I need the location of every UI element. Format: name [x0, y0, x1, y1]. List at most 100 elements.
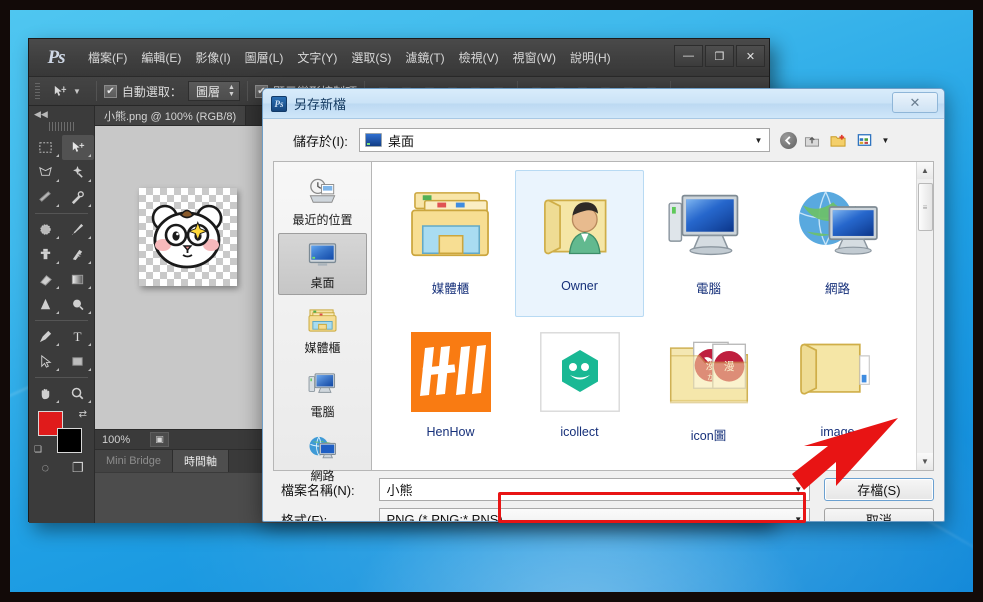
- back-icon[interactable]: [780, 131, 797, 149]
- file-item-libraries[interactable]: 媒體櫃: [386, 170, 515, 317]
- file-label: image: [820, 425, 855, 439]
- tool-magic-wand[interactable]: [62, 160, 95, 185]
- new-folder-icon[interactable]: [827, 129, 849, 151]
- menu-item-help[interactable]: 說明(H): [563, 39, 618, 77]
- file-label: 媒體櫃: [431, 282, 470, 296]
- tool-gradient[interactable]: [62, 267, 95, 292]
- tool-marquee[interactable]: [29, 135, 62, 160]
- document-info-icon[interactable]: ▣: [150, 432, 169, 447]
- tool-path-selection[interactable]: [29, 349, 62, 374]
- menu-item-select[interactable]: 選取(S): [344, 39, 398, 77]
- tool-clone-stamp[interactable]: [29, 242, 62, 267]
- menu-item-edit[interactable]: 編輯(E): [134, 39, 188, 77]
- tool-type[interactable]: T: [62, 324, 95, 349]
- menu-item-image[interactable]: 影像(I): [188, 39, 237, 77]
- file-list-scrollbar[interactable]: ▲ ≡ ▼: [916, 162, 933, 470]
- tool-pen[interactable]: [29, 324, 62, 349]
- tool-brush[interactable]: [62, 217, 95, 242]
- save-dialog-title: 另存新檔: [294, 97, 347, 112]
- auto-select-scope-dropdown[interactable]: 圖層 ▲ ▼: [187, 81, 240, 101]
- file-item-image[interactable]: image: [773, 317, 902, 464]
- dialog-close-button[interactable]: ✕: [892, 92, 938, 113]
- tool-lasso[interactable]: [29, 160, 62, 185]
- menu-item-window[interactable]: 視窗(W): [506, 39, 563, 77]
- move-tool-icon[interactable]: [47, 81, 71, 102]
- swap-colors-icon[interactable]: ⇄: [79, 409, 87, 420]
- menu-item-type[interactable]: 文字(Y): [290, 39, 344, 77]
- tool-rectangle-shape[interactable]: [62, 349, 95, 374]
- tool-eyedropper[interactable]: [62, 185, 95, 210]
- menu-item-view[interactable]: 檢視(V): [452, 39, 506, 77]
- file-item-owner[interactable]: Owner: [515, 170, 644, 317]
- quick-mask-icon[interactable]: ◌: [29, 455, 62, 480]
- file-item-network[interactable]: 網路: [773, 170, 902, 317]
- zoom-level-value[interactable]: 100%: [102, 434, 144, 446]
- document-tab[interactable]: 小熊.png @ 100% (RGB/8): [95, 106, 247, 125]
- place-label: 桌面: [310, 276, 335, 290]
- background-color-swatch[interactable]: [57, 428, 82, 453]
- panel-tab-timeline[interactable]: 時間軸: [173, 450, 230, 472]
- filename-input[interactable]: 小熊 ▼: [379, 478, 810, 501]
- tool-dodge[interactable]: [62, 292, 95, 317]
- scrollbar-thumb[interactable]: ≡: [917, 183, 933, 231]
- maximize-button[interactable]: ❐: [705, 45, 734, 67]
- auto-select-checkbox[interactable]: ✔: [103, 84, 117, 98]
- tool-eraser[interactable]: [29, 267, 62, 292]
- toolbar-collapse-icon[interactable]: ◀◀: [29, 108, 94, 121]
- tool-crop[interactable]: [29, 185, 62, 210]
- tool-zoom[interactable]: [62, 381, 95, 406]
- chevron-down-icon[interactable]: ▼: [790, 479, 807, 500]
- tool-preset-caret-icon[interactable]: ▼: [73, 87, 81, 96]
- place-network[interactable]: 網路: [278, 425, 367, 487]
- chevron-down-icon[interactable]: ▼: [790, 509, 807, 521]
- tool-blur[interactable]: [29, 292, 62, 317]
- menu-item-filter[interactable]: 濾鏡(T): [398, 39, 451, 77]
- options-separator: [95, 81, 97, 101]
- options-bar-grip[interactable]: [35, 82, 40, 100]
- network-icon: [307, 432, 338, 464]
- dialog-content: 最近的位置 桌面 媒體櫃 電腦 網路 媒體櫃 Owner 電腦 網路 HenHo…: [263, 161, 944, 483]
- menu-item-file[interactable]: 檔案(F): [81, 39, 134, 77]
- save-button[interactable]: 存檔(S): [823, 478, 934, 501]
- file-item-henhow[interactable]: HenHow: [386, 317, 515, 464]
- menu-item-layer[interactable]: 圖層(L): [238, 39, 291, 77]
- look-in-dropdown[interactable]: 桌面 ▼: [359, 128, 770, 152]
- toolbar-tool-grid: T: [29, 135, 94, 406]
- minimize-button[interactable]: —: [674, 45, 703, 67]
- tool-history-brush[interactable]: [62, 242, 95, 267]
- place-desktop[interactable]: 桌面: [278, 233, 367, 295]
- file-item-computer[interactable]: 電腦: [644, 170, 773, 317]
- format-dropdown[interactable]: PNG (*.PNG;*.PNS) ▼: [379, 508, 810, 521]
- views-dropdown-icon[interactable]: ▼: [879, 129, 892, 151]
- file-item-icollect[interactable]: icollect: [515, 317, 644, 464]
- tool-hand[interactable]: [29, 381, 62, 406]
- file-item-icon-images[interactable]: 漫 か 漫 icon圖: [644, 317, 773, 464]
- tool-spot-healing[interactable]: [29, 217, 62, 242]
- chevron-down-icon[interactable]: ▼: [750, 129, 767, 151]
- scroll-up-arrow-icon[interactable]: ▲: [916, 162, 933, 179]
- close-button[interactable]: ✕: [736, 45, 765, 67]
- artboard-transparent-canvas[interactable]: [139, 188, 237, 286]
- file-label: 網路: [824, 282, 850, 296]
- screen-mode-icon[interactable]: ❐: [62, 455, 95, 480]
- photoshop-window-controls: — ❐ ✕: [674, 45, 765, 67]
- computer-icon: [665, 176, 753, 274]
- views-icon[interactable]: [853, 129, 875, 151]
- panel-tab-mini-bridge[interactable]: Mini Bridge: [95, 450, 174, 472]
- scroll-down-arrow-icon[interactable]: ▼: [916, 453, 933, 470]
- save-dialog-titlebar: Ps 另存新檔 ✕: [263, 89, 944, 119]
- filename-label: 檔案名稱(N):: [281, 483, 355, 498]
- place-libraries[interactable]: 媒體櫃: [278, 297, 367, 359]
- up-folder-icon[interactable]: [801, 129, 823, 151]
- cancel-button[interactable]: 取消: [823, 508, 934, 521]
- place-recent-places[interactable]: 最近的位置: [278, 169, 367, 231]
- recent-places-icon: [307, 176, 338, 208]
- photoshop-toolbar: ◀◀ T ⇄ ❏ ◌ ❐: [29, 106, 95, 523]
- tool-move[interactable]: [61, 135, 94, 160]
- place-computer[interactable]: 電腦: [278, 361, 367, 423]
- file-list[interactable]: 媒體櫃 Owner 電腦 網路 HenHow icollect icon圖 im…: [371, 161, 934, 471]
- toolbar-grip[interactable]: [48, 122, 75, 131]
- navigation-toolbar: ▼: [780, 129, 892, 151]
- file-label: Owner: [561, 279, 598, 293]
- default-colors-icon[interactable]: ❏: [34, 444, 42, 455]
